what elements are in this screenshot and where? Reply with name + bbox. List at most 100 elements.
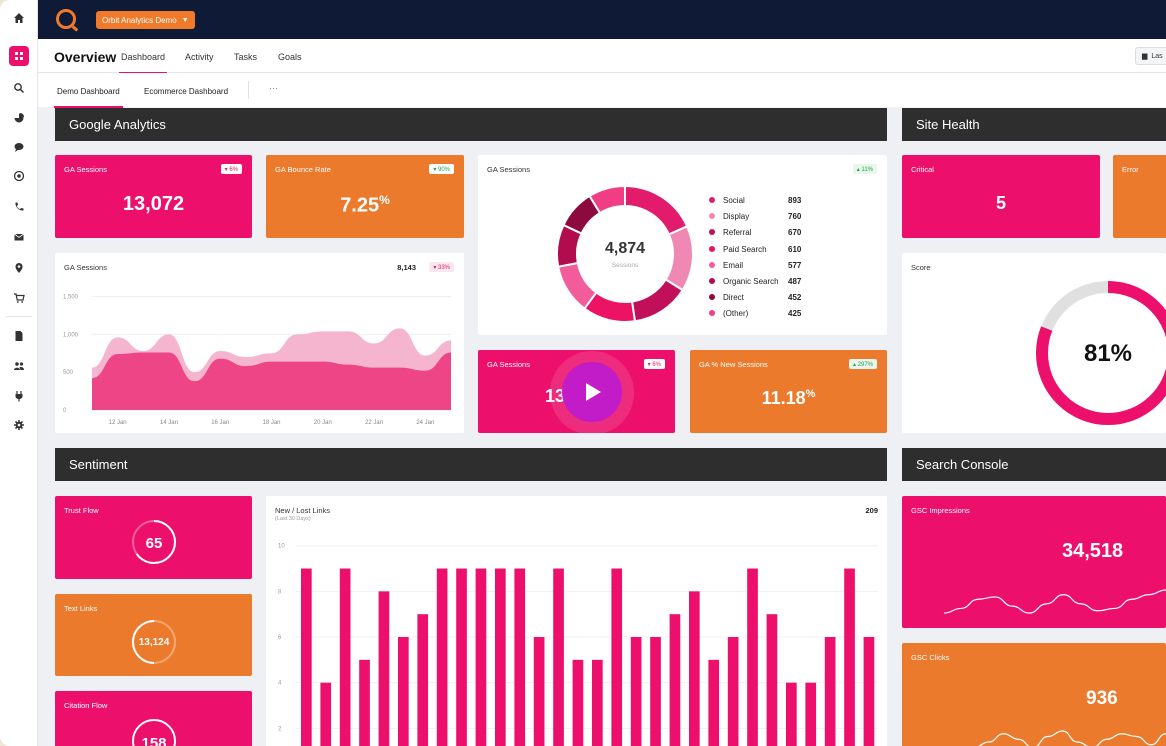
bar	[398, 637, 409, 746]
y-tick-label: 0	[63, 408, 67, 414]
bar	[436, 568, 448, 746]
gear-icon[interactable]	[9, 415, 29, 435]
more-tabs-button[interactable]: ···	[269, 83, 278, 93]
links-bar-chart: 10 8 6 4 2	[278, 544, 878, 746]
bar	[514, 568, 526, 746]
x-tick-label: 24 Jan	[416, 420, 434, 426]
bar	[747, 568, 758, 746]
donut-slice	[664, 224, 694, 292]
legend-label: Display	[723, 212, 750, 222]
card-value-wrap: 7.25%	[266, 193, 464, 218]
section-sentiment: Sentiment	[55, 448, 887, 481]
section-search-console: Search Console	[902, 448, 1166, 481]
legend-value: 670	[788, 228, 802, 238]
tab-goals[interactable]: Goals	[278, 52, 302, 62]
app-frame: Orbit Analytics Demo ▼ Overview Dashboar…	[0, 0, 1166, 746]
plug-icon[interactable]	[9, 386, 29, 406]
bar	[689, 591, 700, 746]
home-icon[interactable]	[9, 8, 29, 28]
card-label: Error	[1122, 165, 1139, 174]
org-switcher-button[interactable]: Orbit Analytics Demo ▼	[96, 11, 195, 29]
users-icon[interactable]	[9, 356, 29, 376]
chat-icon[interactable]	[9, 137, 29, 157]
bar	[805, 682, 817, 746]
bar	[766, 614, 778, 746]
bar	[320, 682, 332, 746]
legend-dot	[709, 245, 715, 252]
citation-flow-card[interactable]: Citation Flow 158	[55, 691, 252, 746]
sidebar	[0, 0, 38, 746]
pie-chart-icon[interactable]	[9, 108, 29, 128]
error-card[interactable]: Error	[1113, 155, 1166, 238]
bar	[863, 637, 875, 746]
legend-label: Organic Search	[723, 277, 779, 286]
phone-icon[interactable]	[9, 197, 29, 217]
dashboard-tabs: Demo Dashboard Ecommerce Dashboard ···	[38, 73, 1166, 108]
change-badge: ▾ 6%	[220, 164, 242, 174]
score-card[interactable]: Score 81%	[902, 253, 1166, 433]
ga-sessions-card[interactable]: GA Sessions ▾ 6% 13,072	[55, 155, 252, 238]
card-value: 158	[141, 735, 167, 746]
gsc-clicks-card[interactable]: GSC Clicks 936	[902, 643, 1166, 746]
ga-sessions-donut-card[interactable]: GA Sessions ▴ 11% 4,874 Sessions	[478, 155, 887, 335]
target-icon[interactable]	[9, 166, 29, 186]
date-range-button[interactable]: ▆ Las	[1135, 47, 1166, 65]
app-logo[interactable]	[56, 9, 76, 29]
trust-flow-card[interactable]: Trust Flow 65	[55, 496, 252, 579]
legend-value: 893	[788, 196, 802, 205]
critical-card[interactable]: Critical 5	[902, 155, 1100, 238]
donut-slice	[624, 184, 689, 236]
legend-label: Direct	[723, 293, 744, 303]
bar	[378, 591, 390, 746]
donut-slice	[557, 261, 598, 310]
bar	[417, 614, 429, 746]
card-label: GA Sessions	[487, 165, 530, 174]
ga-new-sessions-card[interactable]: GA % New Sessions ▴ 297% 11.18%	[690, 350, 887, 433]
legend-value: 487	[788, 277, 802, 286]
location-pin-icon[interactable]	[9, 258, 29, 278]
bar	[475, 568, 487, 746]
legend-dot	[709, 278, 715, 284]
cart-icon[interactable]	[9, 288, 29, 308]
ga-sessions-video-card[interactable]: GA Sessions ▾ 6% 13	[478, 350, 675, 433]
x-tick-label: 20 Jan	[314, 420, 332, 426]
tab-ecommerce-dashboard[interactable]: Ecommerce Dashboard	[144, 87, 228, 96]
x-tick-label: 16 Jan	[211, 420, 229, 426]
gsc-impressions-sparkline	[943, 589, 1166, 614]
tab-activity[interactable]: Activity	[185, 52, 214, 62]
bar	[572, 659, 584, 746]
card-value: 13,072	[122, 193, 185, 215]
gsc-impressions-card[interactable]: GSC Impressions 34,518	[902, 496, 1166, 628]
donut-total: 4,874	[604, 240, 646, 257]
play-button[interactable]	[562, 362, 622, 422]
section-site-health: Site Health	[902, 108, 1166, 141]
legend-value: 760	[788, 212, 802, 222]
bar	[669, 614, 681, 746]
y-tick-label: 500	[63, 370, 74, 376]
tab-tasks[interactable]: Tasks	[234, 52, 257, 62]
y-tick-label: 8	[278, 589, 282, 595]
x-tick-label: 12 Jan	[109, 420, 127, 426]
document-icon[interactable]	[9, 326, 29, 346]
bar	[824, 637, 836, 746]
card-label: Citation Flow	[64, 701, 108, 710]
tab-dashboard[interactable]: Dashboard	[118, 52, 168, 74]
bar	[456, 568, 467, 746]
dashboard-icon[interactable]	[9, 46, 29, 66]
y-tick-label: 1,500	[63, 295, 79, 301]
text-links-card[interactable]: Text Links 13,124	[55, 594, 252, 676]
new-lost-links-card[interactable]: New / Lost Links (Last 30 Days) 209 10 8 6…	[266, 496, 887, 746]
mail-icon[interactable]	[9, 227, 29, 247]
bar	[592, 659, 603, 746]
gsc-clicks-sparkline	[978, 730, 1166, 746]
tab-demo-dashboard[interactable]: Demo Dashboard	[54, 87, 123, 108]
card-label: GA Sessions	[487, 360, 530, 369]
search-icon[interactable]	[9, 78, 29, 98]
donut-slice	[630, 278, 684, 323]
section-google-analytics: Google Analytics	[55, 108, 887, 141]
ga-bounce-rate-card[interactable]: GA Bounce Rate ▾ 90% 7.25%	[266, 155, 464, 238]
legend-label: Email	[723, 260, 744, 270]
bar	[727, 637, 739, 746]
bar	[630, 637, 642, 746]
ga-sessions-chart-card[interactable]: GA Sessions 8,143 ▾ 33% 1,500 1,000 500 0 12…	[55, 253, 464, 433]
